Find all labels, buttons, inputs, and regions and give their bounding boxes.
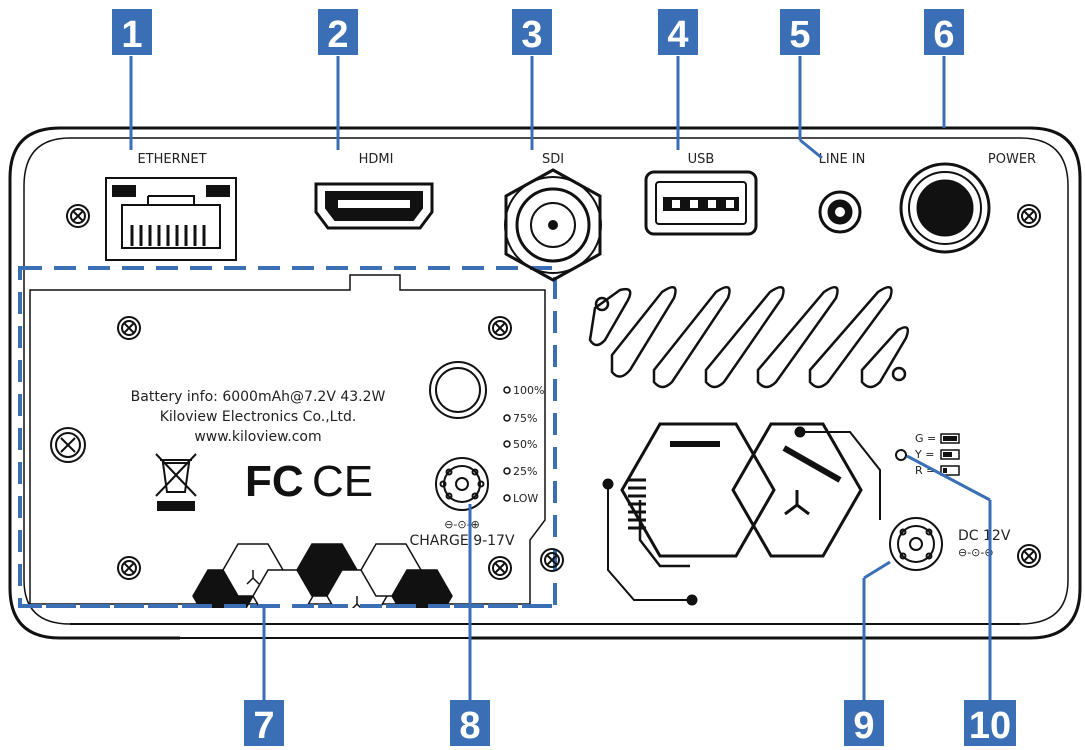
battery-level-75: 75%: [513, 412, 537, 425]
fcc-logo: FC: [245, 457, 304, 506]
usb-label: USB: [688, 152, 715, 167]
callout-badge-7: 7: [244, 700, 284, 747]
screw-icon: [488, 556, 512, 580]
screw-icon: [50, 427, 86, 463]
svg-text:2: 2: [327, 14, 348, 56]
screw-icon: [1017, 204, 1041, 228]
svg-text:8: 8: [459, 705, 480, 747]
battery-check-button-icon: [429, 361, 487, 419]
vent-grille: [588, 285, 909, 389]
screw-icon: [1017, 544, 1041, 568]
svg-text:4: 4: [667, 14, 688, 56]
svg-text:9: 9: [853, 705, 874, 747]
dc-polarity-symbol: ⊖-⊙-⊕: [958, 546, 994, 559]
callout-badge-8: 8: [450, 700, 490, 747]
battery-level-25: 25%: [513, 465, 537, 478]
screw-icon: [66, 204, 90, 228]
status-led-icon: [895, 449, 907, 461]
svg-text:1: 1: [121, 14, 142, 56]
ce-logo: CE: [312, 457, 373, 506]
device-rear-panel-diagram: ETHERNET HDMI SDI USB LINE IN POWER Batt…: [8, 9, 1082, 747]
charge-port-icon: [435, 457, 489, 511]
charge-polarity-symbol: ⊖-⊙-⊕: [444, 518, 480, 531]
svg-text:7: 7: [253, 705, 274, 747]
hdmi-port-icon: [314, 182, 434, 230]
ethernet-label: ETHERNET: [137, 152, 206, 167]
company-name-text: Kiloview Electronics Co.,Ltd.: [160, 409, 357, 425]
power-label: POWER: [988, 152, 1036, 167]
usb-port-icon: [644, 170, 758, 236]
line-in-jack-icon: [818, 190, 862, 234]
hdmi-label: HDMI: [359, 152, 394, 167]
power-button-icon: [899, 162, 991, 254]
screw-icon: [117, 316, 141, 340]
callout-badge-3: 3: [512, 9, 552, 56]
callout-badge-10: 10: [964, 700, 1016, 747]
callout-badge-4: 4: [658, 9, 698, 56]
battery-bottom-cutoff: [180, 608, 470, 648]
website-text: www.kiloview.com: [194, 429, 321, 445]
line-in-label: LINE IN: [819, 152, 866, 167]
weee-bin-icon: [155, 453, 197, 511]
kiloview-honeycomb-logo: [602, 422, 881, 606]
callout-badge-1: 1: [112, 9, 152, 56]
svg-text:10: 10: [969, 705, 1011, 747]
sdi-port-icon: [504, 168, 602, 282]
ethernet-port-icon: [105, 177, 237, 261]
legend-green: G =: [915, 432, 936, 445]
callout-badge-9: 9: [844, 700, 884, 747]
battery-info-text: Battery info: 6000mAh@7.2V 43.2W: [131, 389, 386, 405]
battery-level-low: LOW: [513, 492, 538, 505]
screw-icon: [117, 556, 141, 580]
charge-label: CHARGE 9-17V: [409, 533, 515, 549]
callout-badge-2: 2: [318, 9, 358, 56]
legend-yellow: Y =: [914, 448, 934, 461]
screw-icon: [488, 316, 512, 340]
callout-badge-5: 5: [780, 9, 820, 56]
dc-input-label: DC 12V: [958, 528, 1011, 544]
callout-badge-6: 6: [924, 9, 964, 56]
svg-text:6: 6: [933, 14, 954, 56]
sdi-label: SDI: [542, 152, 564, 167]
battery-level-100: 100%: [513, 384, 544, 397]
dc-input-port-icon: [889, 517, 943, 571]
battery-level-50: 50%: [513, 438, 537, 451]
svg-text:3: 3: [521, 14, 542, 56]
screw-icon: [540, 548, 564, 572]
svg-text:5: 5: [789, 14, 810, 56]
battery-level-leds: [503, 386, 511, 502]
